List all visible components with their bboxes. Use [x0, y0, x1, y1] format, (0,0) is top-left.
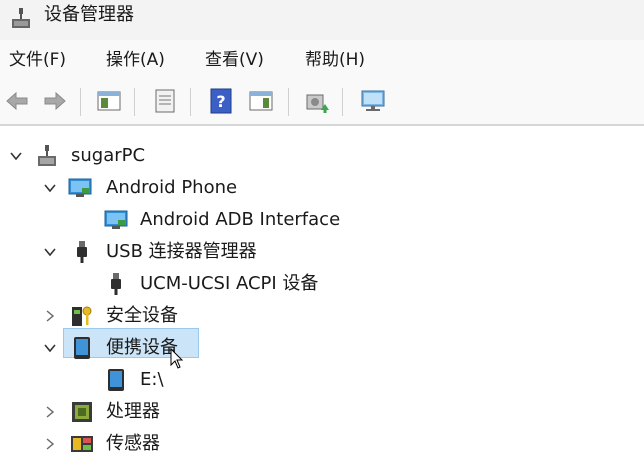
show-hide-console-tree-icon[interactable]: [96, 88, 122, 114]
device-manager-icon: [12, 8, 30, 28]
tree-item-label: UCM-UCSI ACPI 设备: [140, 273, 319, 294]
tree-item-security-devices[interactable]: 安全设备: [0, 301, 260, 331]
monitor-icon: [68, 178, 92, 197]
device-tree: sugarPC Android Phone Android ADB Interf…: [0, 126, 644, 461]
update-driver-icon[interactable]: [304, 88, 330, 114]
chevron-right-icon[interactable]: [43, 309, 57, 323]
tree-item-sensors[interactable]: 传感器: [0, 429, 220, 459]
toolbar-separator: [80, 88, 81, 116]
chevron-right-icon[interactable]: [43, 437, 57, 451]
toolbar-separator: [190, 88, 191, 116]
portable-device-icon: [108, 369, 124, 391]
processor-icon: [72, 402, 92, 422]
chevron-down-icon[interactable]: [43, 245, 57, 259]
portable-device-icon: [74, 337, 90, 359]
toolbar-separator: [342, 88, 343, 116]
toolbar-separator: [288, 88, 289, 116]
tree-item-ucm-ucsi-acpi[interactable]: UCM-UCSI ACPI 设备: [0, 269, 380, 299]
title-bar: 设备管理器: [0, 0, 644, 40]
chevron-down-icon[interactable]: [43, 341, 57, 355]
tree-item-root[interactable]: sugarPC: [0, 141, 200, 171]
help-icon[interactable]: ?: [208, 88, 234, 114]
usb-plug-icon: [111, 273, 121, 295]
scan-hardware-icon[interactable]: [360, 88, 386, 114]
menu-file[interactable]: 文件(F): [9, 49, 66, 71]
tree-item-label: 便携设备: [106, 337, 178, 358]
tree-item-label: Android Phone: [106, 177, 238, 198]
tree-item-label: 处理器: [106, 401, 160, 422]
window-title: 设备管理器: [44, 4, 134, 25]
tree-item-android-adb-interface[interactable]: Android ADB Interface: [0, 205, 380, 235]
svg-text:?: ?: [216, 92, 225, 111]
chevron-down-icon[interactable]: [9, 149, 23, 163]
sensor-icon: [71, 436, 93, 452]
properties-icon[interactable]: [152, 88, 178, 114]
tree-item-label: 传感器: [106, 433, 160, 454]
menu-action[interactable]: 操作(A): [106, 49, 165, 71]
tree-item-android-phone[interactable]: Android Phone: [0, 173, 300, 203]
toolbar-separator: [134, 88, 135, 116]
tree-item-label: E:\: [140, 369, 164, 390]
chevron-right-icon[interactable]: [43, 405, 57, 419]
tree-item-usb-connector-manager[interactable]: USB 连接器管理器: [0, 237, 320, 267]
toolbar: ?: [0, 80, 644, 126]
tree-item-label: USB 连接器管理器: [106, 241, 257, 262]
computer-icon: [38, 145, 56, 166]
tree-item-portable-devices[interactable]: 便携设备: [0, 333, 260, 363]
forward-arrow-icon[interactable]: [42, 88, 68, 114]
tree-item-label: Android ADB Interface: [140, 209, 341, 230]
tree-item-label: sugarPC: [71, 145, 146, 166]
tree-item-label: 安全设备: [106, 305, 178, 326]
menu-bar: 文件(F) 操作(A) 查看(V) 帮助(H): [0, 40, 644, 80]
action-pane-icon[interactable]: [248, 88, 274, 114]
security-key-icon: [72, 306, 92, 326]
monitor-icon: [104, 210, 128, 229]
usb-plug-icon: [77, 241, 87, 263]
chevron-down-icon[interactable]: [43, 181, 57, 195]
menu-help[interactable]: 帮助(H): [305, 49, 365, 71]
menu-view[interactable]: 查看(V): [205, 49, 264, 71]
back-arrow-icon[interactable]: [4, 88, 30, 114]
tree-item-processors[interactable]: 处理器: [0, 397, 220, 427]
tree-item-drive-e[interactable]: E:\: [0, 365, 220, 395]
mouse-cursor-icon: [170, 348, 184, 369]
